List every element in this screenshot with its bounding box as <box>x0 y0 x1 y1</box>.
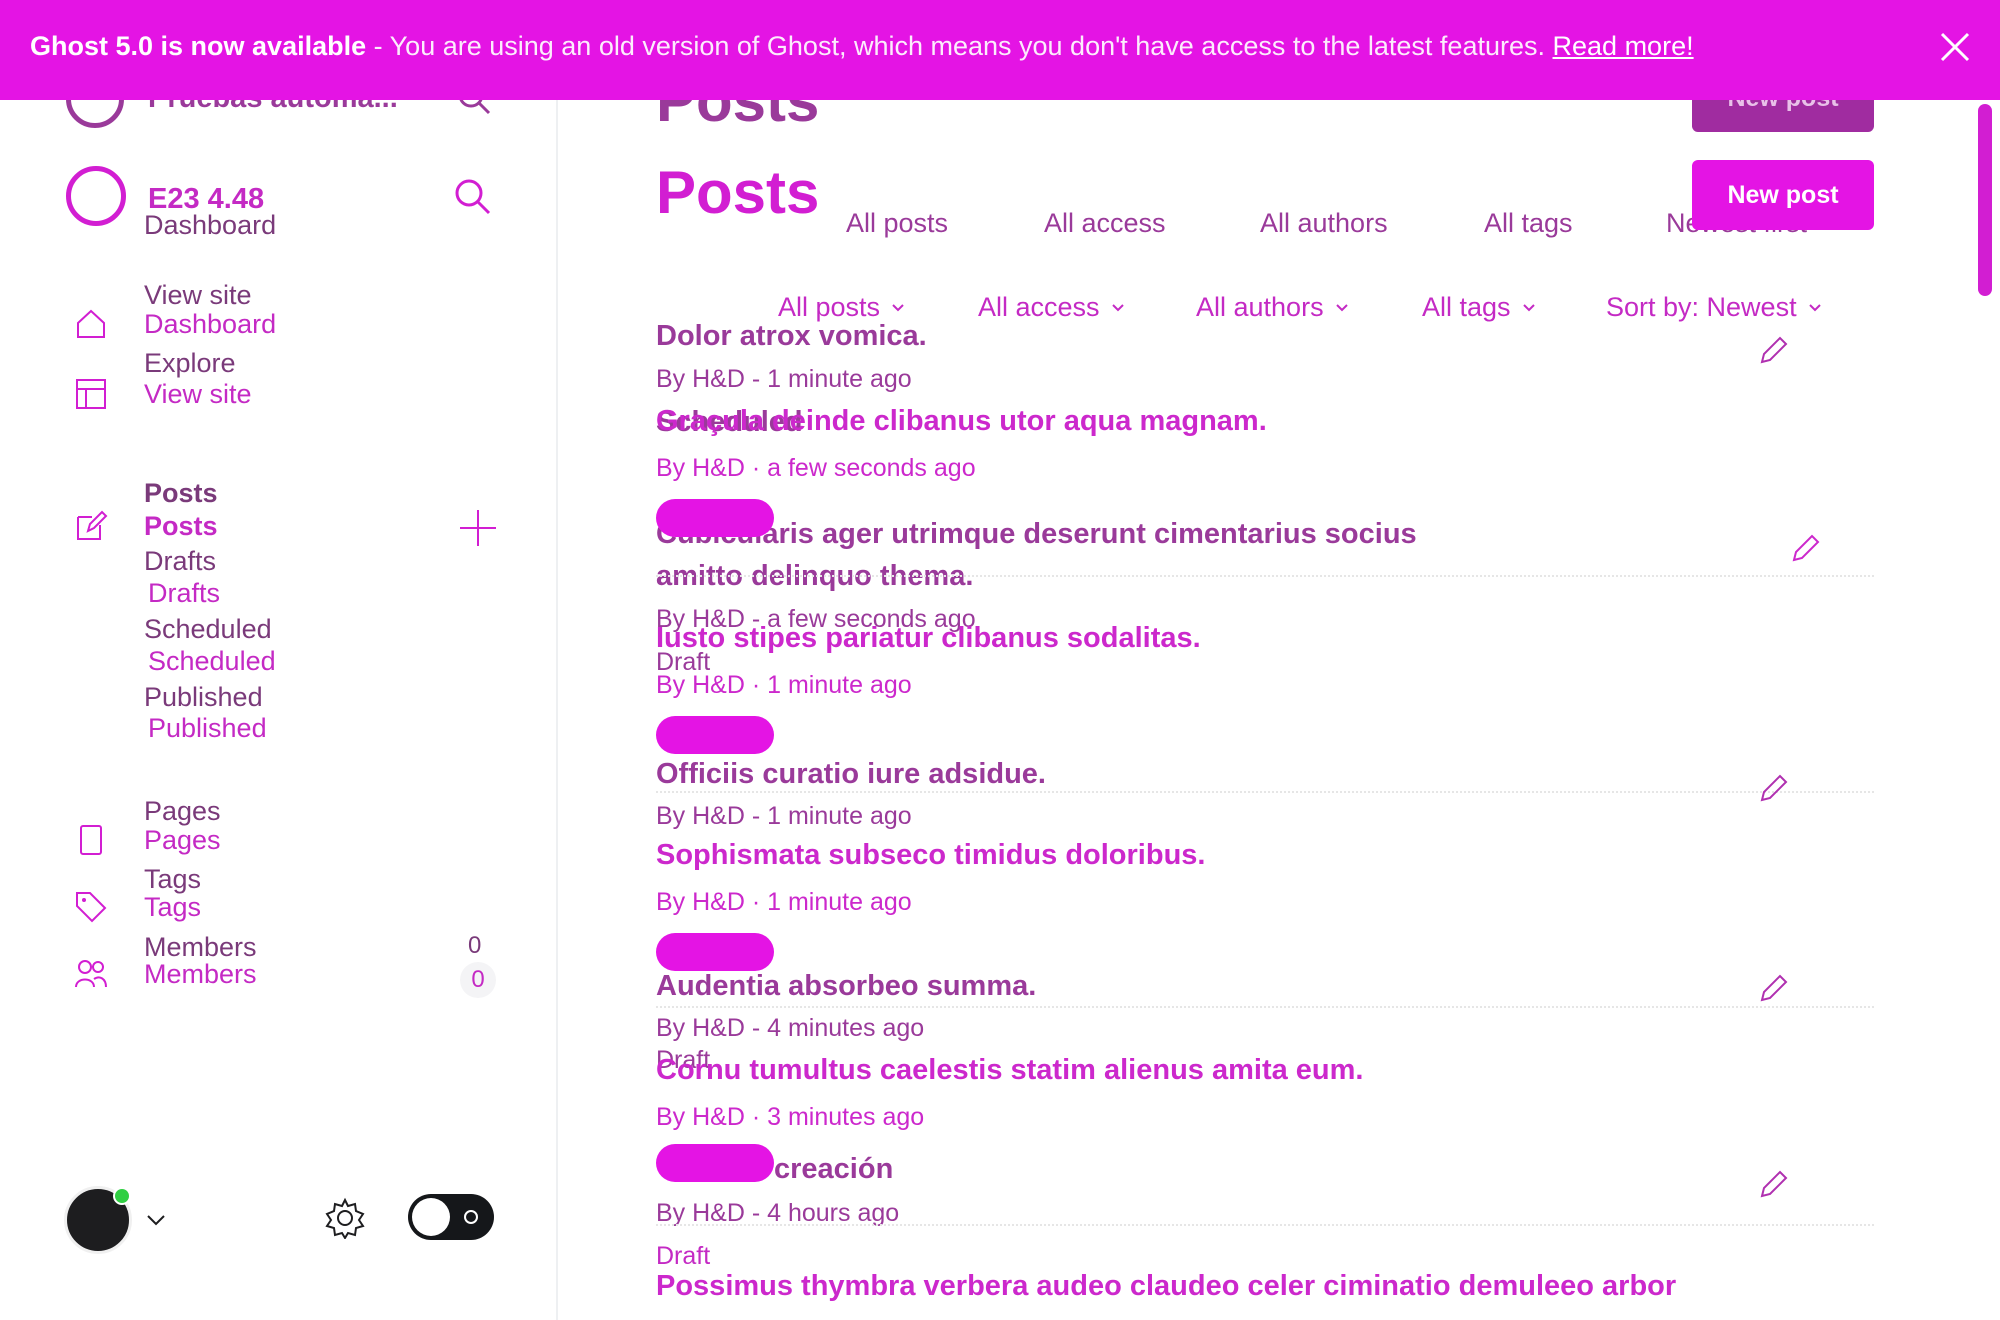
banner-text: - You are using an old version of Ghost,… <box>373 31 1545 61</box>
post-meta: By H&D · 1 minute ago <box>656 888 912 916</box>
chevron-down-icon[interactable] <box>144 1208 168 1232</box>
add-post-icon[interactable] <box>458 508 498 548</box>
members-icon <box>75 960 107 988</box>
toggle-knob <box>412 1198 450 1236</box>
dark-mode-toggle[interactable] <box>408 1194 494 1240</box>
ghost-filter-tags: All tags <box>1484 208 1573 238</box>
banner-message: Ghost 5.0 is now available - You are usi… <box>30 31 1694 62</box>
avatar[interactable] <box>64 1186 132 1254</box>
gear-icon[interactable] <box>324 1197 366 1239</box>
nav-members-label: Members <box>144 958 257 989</box>
nav-tags[interactable]: Tags <box>74 890 201 924</box>
ghost-members-count: 0 <box>468 932 482 959</box>
row-divider <box>656 791 1874 793</box>
nav-scheduled[interactable]: Scheduled <box>148 646 276 677</box>
edit-icon[interactable] <box>1756 772 1790 806</box>
members-count-badge: 0 <box>460 962 496 998</box>
post-row[interactable]: Graçula deinde clibanus utor aqua magnam… <box>656 405 1874 542</box>
edit-icon[interactable] <box>1756 972 1790 1006</box>
close-icon[interactable] <box>1938 30 1972 64</box>
new-post-button[interactable]: New post <box>1692 160 1874 230</box>
scrollbar-thumb[interactable] <box>1978 104 1992 296</box>
post-row[interactable]: Sophismata subseco timidus doloribus. By… <box>656 839 1874 976</box>
filter-all-authors-label: All authors <box>1196 292 1324 322</box>
post-row[interactable]: Possimus thymbra verbera audeo claudeo c… <box>656 1270 1874 1303</box>
nav-view-site[interactable]: View site <box>74 377 252 411</box>
filter-all-tags[interactable]: All tags <box>1422 292 1537 323</box>
post-title: Sophismata subseco timidus doloribus. <box>656 839 1206 871</box>
ghost-post-meta: By H&D - 4 minutes ago <box>656 1014 925 1042</box>
ghost-filter-access: All access <box>1044 208 1166 238</box>
post-meta: By H&D · 1 minute ago <box>656 671 912 699</box>
ghost-published: Published <box>144 682 263 712</box>
ghost-scheduled: Scheduled <box>144 614 272 644</box>
filter-all-posts-label: All posts <box>778 292 881 322</box>
chevron-down-icon <box>1111 303 1124 311</box>
ghost-post-meta: By H&D - 1 minute ago <box>656 365 912 393</box>
ghost-filter-posts: All posts <box>846 208 949 238</box>
nav-posts[interactable]: Posts <box>74 509 218 543</box>
filter-all-tags-label: All tags <box>1422 292 1511 322</box>
nav-posts-label: Posts <box>144 510 218 541</box>
workspace-logo[interactable] <box>66 166 126 226</box>
nav-pages[interactable]: Pages <box>74 823 221 857</box>
status-badge <box>656 1144 774 1182</box>
moon-icon <box>464 1210 478 1224</box>
chevron-down-icon <box>892 303 904 311</box>
nav-tags-label: Tags <box>144 891 202 922</box>
ghost-explore: Explore <box>144 348 236 378</box>
edit-icon[interactable] <box>1756 1168 1790 1202</box>
chevron-down-icon <box>1522 303 1535 311</box>
ghost-filter-authors: All authors <box>1260 208 1388 238</box>
page-title: Posts <box>656 159 820 226</box>
status-badge <box>656 499 774 537</box>
banner-title: Ghost 5.0 is now available <box>30 31 367 61</box>
filter-all-posts[interactable]: All posts <box>778 292 906 323</box>
row-divider <box>656 1224 1874 1226</box>
nav-drafts[interactable]: Drafts <box>148 578 220 609</box>
chevron-down-icon <box>1808 303 1821 311</box>
nav-pages-label: Pages <box>144 824 221 855</box>
nav-published[interactable]: Published <box>148 713 267 744</box>
ghost-dashboard: Dashboard <box>144 210 277 240</box>
nav-members[interactable]: Members <box>74 957 257 991</box>
page-icon <box>80 825 102 855</box>
post-title: Iusto stipes pariatur clibanus sodalitas… <box>656 622 1201 654</box>
ghost-post-title: Officiis curatio iure adsidue. <box>656 758 1046 790</box>
ghost-posts: Posts <box>144 478 218 508</box>
tag-icon <box>76 892 107 923</box>
online-status-dot <box>113 1187 131 1205</box>
edit-icon[interactable] <box>1756 334 1790 368</box>
nav-view-site-label: View site <box>144 378 252 409</box>
post-title: Cornu tumultus caelestis statim alienus … <box>656 1054 1364 1086</box>
search-icon[interactable] <box>452 176 492 216</box>
ghost-drafts: Drafts <box>144 546 217 576</box>
edit-icon <box>77 510 108 540</box>
row-divider <box>656 1006 1874 1008</box>
post-row[interactable]: Iusto stipes pariatur clibanus sodalitas… <box>656 622 1874 759</box>
chevron-down-icon <box>1335 303 1348 311</box>
filter-all-access-label: All access <box>978 292 1100 322</box>
post-title: Graçula deinde clibanus utor aqua magnam… <box>656 405 1267 437</box>
filter-bar: All posts All access All authors All tag… <box>0 292 2000 328</box>
filter-all-access[interactable]: All access <box>978 292 1126 323</box>
user-menu[interactable] <box>64 1186 168 1254</box>
post-title: Possimus thymbra verbera audeo claudeo c… <box>656 1270 1677 1302</box>
filter-all-authors[interactable]: All authors <box>1196 292 1350 323</box>
status-badge <box>656 716 774 754</box>
post-row[interactable]: Cornu tumultus caelestis statim alienus … <box>656 1054 1874 1187</box>
layout-icon <box>76 379 106 409</box>
filter-sort-label: Sort by: Newest <box>1606 292 1797 322</box>
post-meta: By H&D · a few seconds ago <box>656 454 976 482</box>
ghost-post-meta: By H&D - 1 minute ago <box>656 802 912 830</box>
update-banner: Ghost 5.0 is now available - You are usi… <box>0 0 2000 100</box>
ghost-post-status: Draft <box>656 1242 711 1270</box>
sidebar: Pruebas automa... E23 4.48 Dashboard Vie… <box>0 0 558 1320</box>
row-divider <box>656 575 1874 577</box>
status-badge <box>656 933 774 971</box>
filter-sort[interactable]: Sort by: Newest <box>1606 292 1823 323</box>
read-more-link[interactable]: Read more! <box>1553 31 1694 61</box>
edit-icon[interactable] <box>1788 532 1822 566</box>
post-meta: By H&D · 3 minutes ago <box>656 1103 925 1131</box>
